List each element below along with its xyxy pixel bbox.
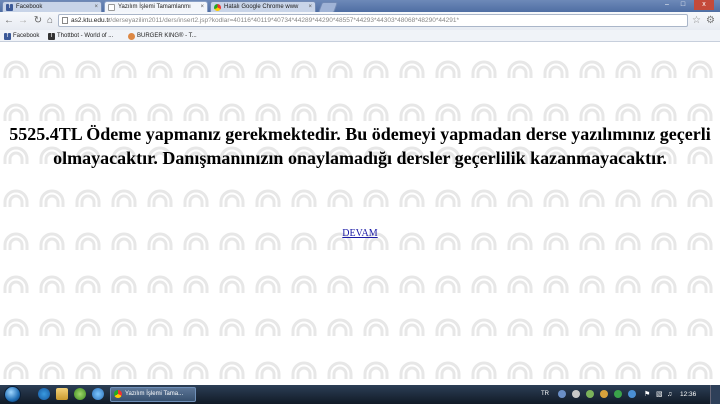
tab-title: Yazılım İşlemi Tamamlanmı bbox=[118, 4, 191, 10]
tray-update-icon[interactable] bbox=[600, 390, 608, 398]
bookmark-thottbot[interactable]: T Thottbot - World of ... bbox=[48, 31, 113, 41]
reload-icon[interactable]: ↻ bbox=[32, 15, 44, 27]
maximize-button[interactable]: □ bbox=[676, 0, 690, 10]
language-indicator[interactable]: TR bbox=[541, 385, 549, 404]
tab-facebook[interactable]: f Facebook × bbox=[2, 1, 102, 12]
bookmark-label: Thottbot - World of ... bbox=[57, 33, 114, 39]
bookmark-label: BURGER KING® - T... bbox=[137, 33, 197, 39]
tray-network-icon[interactable] bbox=[614, 390, 622, 398]
bookmark-star-icon[interactable]: ☆ bbox=[692, 15, 701, 27]
messenger-icon[interactable] bbox=[92, 388, 104, 400]
show-desktop-button[interactable] bbox=[710, 385, 720, 404]
bookmarks-bar: f Facebook T Thottbot - World of ... BUR… bbox=[0, 30, 720, 42]
watermark-pattern bbox=[0, 42, 720, 385]
taskbar: Yazılım İşlemi Tama... TR ⚑ ▧ ♫ 12:36 bbox=[0, 385, 720, 404]
tray-shield-icon[interactable] bbox=[586, 390, 594, 398]
facebook-icon: f bbox=[4, 33, 11, 40]
page-content: 5525.4TL Ödeme yapmanız gerekmektedir. B… bbox=[0, 42, 720, 385]
devam-link-wrap: DEVAM bbox=[0, 228, 720, 239]
flag-icon[interactable]: ⚑ bbox=[644, 385, 650, 404]
tray-app-icon[interactable] bbox=[558, 390, 566, 398]
payment-message: 5525.4TL Ödeme yapmanız gerekmektedir. B… bbox=[9, 124, 711, 168]
media-player-icon[interactable] bbox=[74, 388, 86, 400]
chrome-icon bbox=[214, 4, 221, 11]
clock[interactable]: 12:36 bbox=[680, 385, 696, 404]
internet-explorer-icon[interactable] bbox=[38, 388, 50, 400]
burgerking-icon bbox=[128, 33, 135, 40]
wrench-menu-icon[interactable]: ⚙ bbox=[706, 15, 715, 27]
home-icon[interactable]: ⌂ bbox=[44, 15, 56, 27]
facebook-icon: f bbox=[6, 4, 13, 11]
bookmark-facebook[interactable]: f Facebook bbox=[4, 31, 39, 41]
ktu-watermark-logo bbox=[0, 42, 720, 385]
devam-link[interactable]: DEVAM bbox=[342, 228, 377, 239]
url-host: as2.ktu.edu.tr bbox=[71, 17, 111, 24]
tab-yazilim[interactable]: Yazılım İşlemi Tamamlanmı × bbox=[104, 1, 208, 12]
bookmark-label: Facebook bbox=[13, 33, 40, 39]
url-path: /derseyazilim2011/ders/insert2.jsp?kodla… bbox=[110, 17, 459, 24]
folder-icon[interactable] bbox=[56, 388, 68, 400]
tab-hatali-chrome[interactable]: Hatalı Google Chrome www × bbox=[210, 1, 316, 12]
browser-toolbar: ← → ↻ ⌂ as2.ktu.edu.tr/derseyazilim2011/… bbox=[0, 12, 720, 30]
back-arrow-icon[interactable]: ← bbox=[3, 15, 15, 27]
signal-icon[interactable]: ▧ bbox=[656, 385, 663, 404]
tab-title: Hatalı Google Chrome www bbox=[224, 4, 299, 10]
close-window-button[interactable]: x bbox=[694, 0, 714, 10]
minimize-button[interactable]: – bbox=[660, 0, 674, 10]
close-tab-icon[interactable]: × bbox=[200, 2, 204, 12]
page-icon bbox=[62, 17, 68, 24]
taskbar-chrome-window[interactable]: Yazılım İşlemi Tama... bbox=[110, 387, 196, 402]
start-button[interactable] bbox=[4, 386, 21, 403]
tray-bluetooth-icon[interactable] bbox=[628, 390, 636, 398]
forward-arrow-icon[interactable]: → bbox=[17, 15, 29, 27]
tab-strip: f Facebook × Yazılım İşlemi Tamamlanmı ×… bbox=[0, 0, 720, 13]
tray-help-icon[interactable] bbox=[572, 390, 580, 398]
close-tab-icon[interactable]: × bbox=[94, 2, 98, 12]
close-tab-icon[interactable]: × bbox=[308, 2, 312, 12]
address-bar[interactable]: as2.ktu.edu.tr/derseyazilim2011/ders/ins… bbox=[58, 14, 688, 27]
thottbot-icon: T bbox=[48, 33, 55, 40]
tab-title: Facebook bbox=[16, 4, 43, 10]
task-label: Yazılım İşlemi Tama... bbox=[125, 391, 184, 397]
volume-icon[interactable]: ♫ bbox=[667, 385, 672, 404]
chrome-icon bbox=[114, 390, 122, 398]
ktu-icon bbox=[108, 4, 115, 11]
bookmark-burgerking[interactable]: BURGER KING® - T... bbox=[128, 31, 197, 41]
